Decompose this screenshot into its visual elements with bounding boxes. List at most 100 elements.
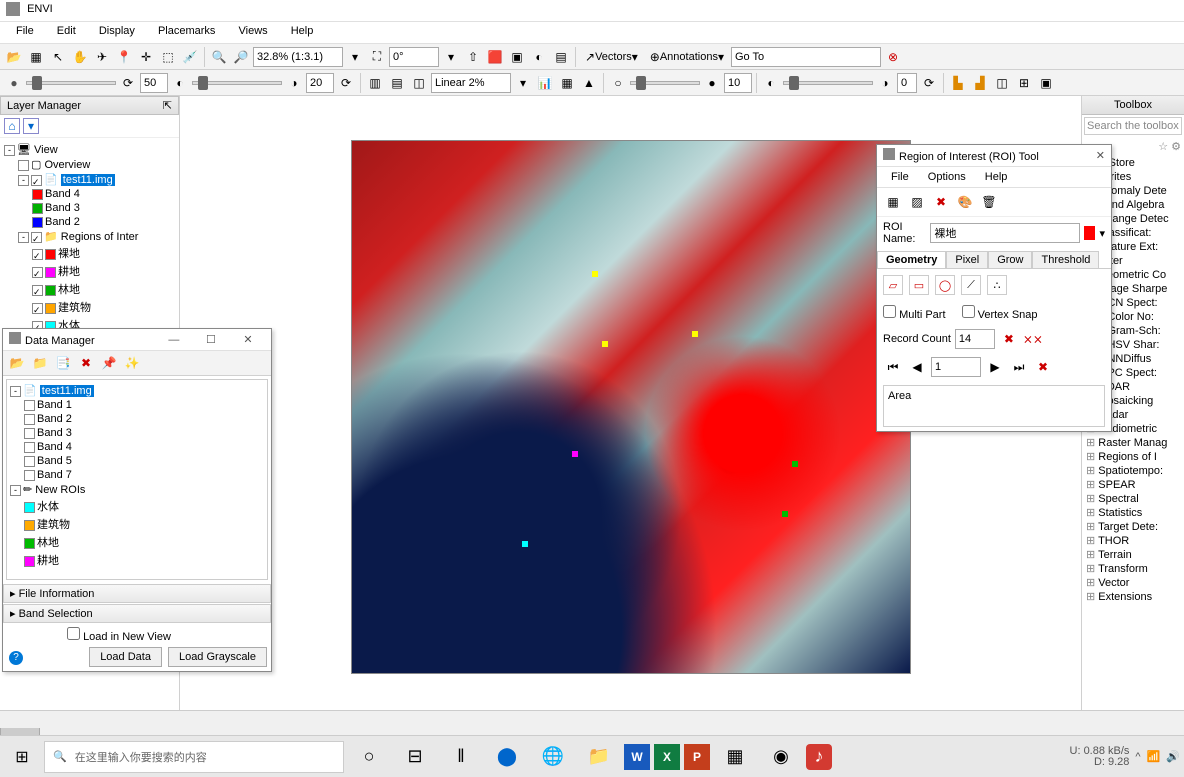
toolbox-item[interactable]: Transform xyxy=(1086,562,1184,576)
toolbox-item[interactable]: Regions of I xyxy=(1086,450,1184,464)
tree-checkbox[interactable] xyxy=(24,470,35,481)
roi-tab-geometry[interactable]: Geometry xyxy=(877,251,946,268)
tree-checkbox[interactable] xyxy=(32,303,43,314)
record-delall-icon[interactable]: ⨯⨯ xyxy=(1023,329,1043,349)
roi-color-icon[interactable]: 🎨 xyxy=(955,192,975,212)
load-data-button[interactable]: Load Data xyxy=(89,647,162,667)
bright-reset-icon[interactable]: ⟳ xyxy=(118,73,138,93)
dm-wand-icon[interactable]: ✨ xyxy=(122,353,142,373)
layer-home-icon[interactable]: ⌂ xyxy=(4,118,20,134)
pin-icon[interactable]: 📍 xyxy=(114,47,134,67)
dm-delete-icon[interactable]: ✖ xyxy=(76,353,96,373)
rgb-icon[interactable]: 🟥 xyxy=(485,47,505,67)
zoom-extent-icon[interactable]: ⛶ xyxy=(367,47,387,67)
hist2-icon[interactable]: 📊 xyxy=(535,73,555,93)
vectors-menu[interactable]: ↗ Vectors ▾ xyxy=(580,47,643,67)
dm-pin-icon[interactable]: 📌 xyxy=(99,353,119,373)
portal-icon[interactable]: ▣ xyxy=(1036,73,1056,93)
tree-checkbox[interactable] xyxy=(24,414,35,425)
roi-new-icon[interactable]: ▦ xyxy=(883,192,903,212)
annotations-menu[interactable]: ⊕ Annotations ▾ xyxy=(645,47,729,67)
scatter-icon[interactable]: ⊞ xyxy=(1014,73,1034,93)
dm-band[interactable]: Band 5 xyxy=(37,455,72,467)
roi-menu-help[interactable]: Help xyxy=(977,169,1016,185)
zoom-in-icon[interactable]: 🔎 xyxy=(231,47,251,67)
tree-checkbox[interactable] xyxy=(32,249,43,260)
record-index-input[interactable] xyxy=(931,357,981,377)
menu-help[interactable]: Help xyxy=(281,22,324,40)
roi-dup-icon[interactable]: ▨ xyxy=(907,192,927,212)
tree-toggle[interactable]: - xyxy=(10,485,21,496)
tree-band[interactable]: Band 3 xyxy=(45,202,80,214)
roi-polygon-icon[interactable]: ▱ xyxy=(883,275,903,295)
edge-icon[interactable]: 🌐 xyxy=(532,739,574,775)
rotation-input[interactable] xyxy=(389,47,439,67)
goto-combo[interactable] xyxy=(731,47,881,67)
tree-checkbox[interactable] xyxy=(24,456,35,467)
tray-wifi-icon[interactable]: 📶 xyxy=(1147,750,1161,763)
open-icon[interactable]: 📂 xyxy=(4,47,24,67)
dm-roi[interactable]: 水体 xyxy=(37,501,59,513)
roi-ellipse-icon[interactable]: ◯ xyxy=(935,275,955,295)
roi-points-icon[interactable]: ∴ xyxy=(987,275,1007,295)
nav-last-icon[interactable]: ⏭ xyxy=(1009,357,1029,377)
xprof-icon[interactable]: ▙ xyxy=(948,73,968,93)
explorer-icon[interactable]: 📁 xyxy=(578,739,620,775)
cursor-icon[interactable]: ↖ xyxy=(48,47,68,67)
yprof-icon[interactable]: ▟ xyxy=(970,73,990,93)
taskbar-app-icon[interactable]: ⬤ xyxy=(486,739,528,775)
excel-icon[interactable]: X xyxy=(654,744,680,770)
brightness-slider[interactable] xyxy=(26,81,116,85)
multi-part-checkbox[interactable]: Multi Part xyxy=(883,305,946,321)
stretch3-icon[interactable]: ◫ xyxy=(409,73,429,93)
close-button[interactable]: ✕ xyxy=(231,333,265,346)
sharpen-icon[interactable]: ▲ xyxy=(579,73,599,93)
tree-roi[interactable]: 林地 xyxy=(58,284,80,296)
dm-band[interactable]: Band 4 xyxy=(37,441,72,453)
taskview-icon[interactable]: ⊟ xyxy=(394,739,436,775)
tree-toggle[interactable]: - xyxy=(4,145,15,156)
tree-toggle[interactable]: - xyxy=(18,175,29,186)
dm-roi[interactable]: 建筑物 xyxy=(37,519,70,531)
roi-rect-icon[interactable]: ▭ xyxy=(909,275,929,295)
spec-icon[interactable]: ◫ xyxy=(992,73,1012,93)
nav-first-icon[interactable]: ⏮ xyxy=(883,357,903,377)
north-icon[interactable]: ⇧ xyxy=(463,47,483,67)
nav-next-icon[interactable]: ▶ xyxy=(985,357,1005,377)
tray-vol-icon[interactable]: 🔊 xyxy=(1166,750,1180,763)
chip-icon[interactable]: ▦ xyxy=(26,47,46,67)
toolbox-item[interactable]: SPEAR xyxy=(1086,478,1184,492)
tree-checkbox[interactable] xyxy=(24,442,35,453)
dm-band[interactable]: Band 3 xyxy=(37,427,72,439)
goto-go-icon[interactable]: ⊗ xyxy=(883,47,903,67)
toolbox-item[interactable]: Spectral xyxy=(1086,492,1184,506)
dm-band[interactable]: Band 1 xyxy=(37,399,72,411)
trans-slider[interactable] xyxy=(630,81,700,85)
zoom-out-icon[interactable]: 🔍 xyxy=(209,47,229,67)
menu-views[interactable]: Views xyxy=(229,22,278,40)
fly-icon[interactable]: ✈ xyxy=(92,47,112,67)
crosshair-icon[interactable]: ✛ xyxy=(136,47,156,67)
roi-trash-icon[interactable]: 🗑 xyxy=(979,192,999,212)
toolbox-item[interactable]: Target Dete: xyxy=(1086,520,1184,534)
record-del-icon[interactable]: ✖ xyxy=(999,329,1019,349)
netease-icon[interactable]: ♪ xyxy=(806,744,832,770)
tree-checkbox[interactable] xyxy=(18,160,29,171)
dm-image[interactable]: test11.img xyxy=(40,385,94,397)
refresh-icon[interactable]: ⟳ xyxy=(336,73,356,93)
ppt-icon[interactable]: P xyxy=(684,744,710,770)
vertex-snap-checkbox[interactable]: Vertex Snap xyxy=(962,305,1038,321)
tree-band[interactable]: Band 2 xyxy=(45,216,80,228)
blend-refresh-icon[interactable]: ⟳ xyxy=(919,73,939,93)
stretch-dd[interactable]: ▾ xyxy=(513,73,533,93)
tray-chevron-icon[interactable]: ^ xyxy=(1135,751,1140,763)
menu-file[interactable]: File xyxy=(6,22,44,40)
tree-roi[interactable]: 建筑物 xyxy=(58,302,91,314)
contrast-slider[interactable] xyxy=(192,81,282,85)
help-icon[interactable]: ? xyxy=(9,651,23,665)
tree-checkbox[interactable] xyxy=(24,428,35,439)
tree-toggle[interactable]: - xyxy=(18,232,29,243)
roi-tab-grow[interactable]: Grow xyxy=(988,251,1032,268)
roi-polyline-icon[interactable]: ⟋ xyxy=(961,275,981,295)
tree-band[interactable]: Band 4 xyxy=(45,188,80,200)
